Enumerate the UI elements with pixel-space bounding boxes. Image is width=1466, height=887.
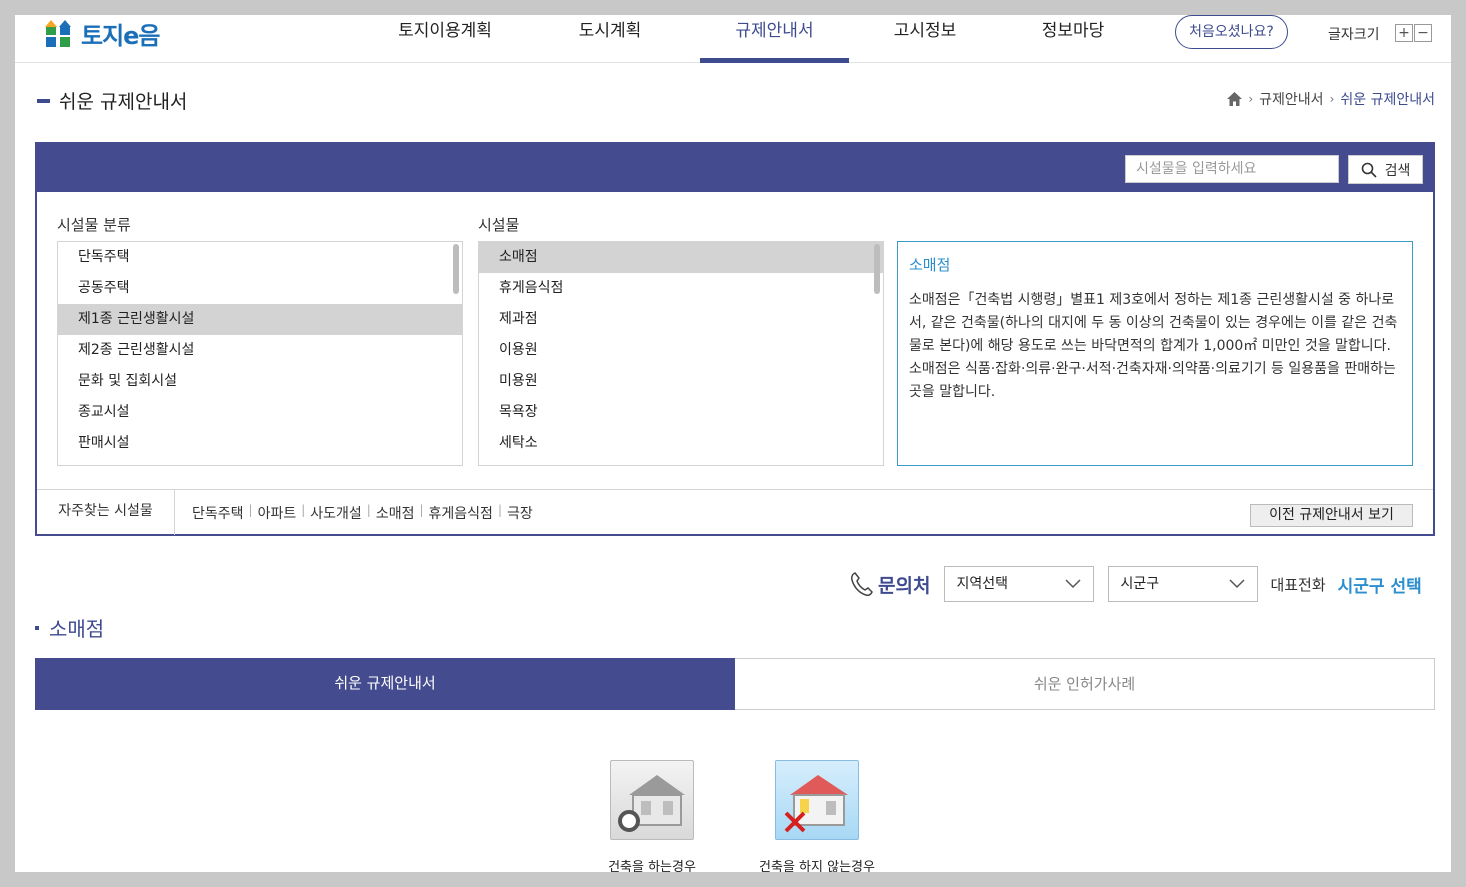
district-select-value: 시군구 xyxy=(1120,576,1160,592)
section-header: 소매점 xyxy=(35,613,104,642)
list-item[interactable]: 세탁소 xyxy=(479,428,883,459)
first-visit-button[interactable]: 처음오셨나요? xyxy=(1175,15,1288,49)
category-column-label: 시설물 분류 xyxy=(57,216,131,234)
facility-search-input[interactable] xyxy=(1125,155,1339,183)
phone-icon xyxy=(851,572,873,596)
title-dash-icon xyxy=(37,98,50,103)
list-item[interactable]: 공동주택 xyxy=(58,273,462,304)
region-select-value: 지역선택 xyxy=(956,576,1008,592)
section-bullet-icon xyxy=(35,625,39,630)
case-no-build[interactable]: 건축을 하지 않는경우 xyxy=(757,760,877,872)
favorites-list: 단독주택 | 아파트 | 사도개설 | 소매점 | 휴게음식점 | 극장 xyxy=(192,503,533,523)
site-header: 토지e음 토지이용계획 도시계획 규제안내서 고시정보 정보마당 처음오셨나요?… xyxy=(15,15,1451,63)
rep-phone-label: 대표전화 xyxy=(1270,575,1326,594)
facility-description: 소매점 소매점은「건축법 시행령」별표1 제3호에서 정하는 제1종 근린생활시… xyxy=(897,241,1413,466)
region-select[interactable]: 지역선택 xyxy=(944,566,1095,602)
case-label: 건축을 하는경우 xyxy=(608,860,696,872)
case-build[interactable]: 건축을 하는경우 xyxy=(592,760,712,872)
list-item[interactable]: 제과점 xyxy=(479,304,883,335)
list-item[interactable]: 제1종 근린생활시설 xyxy=(58,304,462,335)
description-body: 소매점은「건축법 시행령」별표1 제3호에서 정하는 제1종 근린생활시설 중 … xyxy=(909,292,1398,400)
search-button[interactable]: 검색 xyxy=(1348,155,1423,184)
house-circle-graphic xyxy=(618,775,685,832)
list-item[interactable]: 종교시설 xyxy=(58,397,462,428)
house-x-graphic xyxy=(784,775,848,833)
category-scrollbar[interactable] xyxy=(453,244,459,294)
chevron-down-icon xyxy=(1065,579,1081,589)
list-item[interactable]: 판매시설 xyxy=(58,428,462,459)
section-tabs: 쉬운 규제안내서 쉬운 인허가사례 xyxy=(35,658,1435,710)
home-icon[interactable] xyxy=(1227,92,1243,106)
favorite-link[interactable]: 휴게음식점 xyxy=(429,503,493,523)
list-item[interactable]: 이용원 xyxy=(479,335,883,366)
divider: | xyxy=(366,503,371,517)
logo-text: 토지e음 xyxy=(81,21,161,50)
browser-viewport: 토지e음 토지이용계획 도시계획 규제안내서 고시정보 정보마당 처음오셨나요?… xyxy=(15,15,1451,872)
search-icon xyxy=(1361,162,1377,178)
regulation-guide-panel: 검색 시설물 분류 시설물 단독주택 공동주택 제1종 근린생활시설 제2종 근… xyxy=(35,142,1435,536)
divider: | xyxy=(497,503,502,517)
breadcrumb: › 규제안내서 › 쉬운 규제안내서 xyxy=(1227,89,1435,109)
font-size-label: 글자크기 xyxy=(1328,27,1380,43)
prev-guide-button[interactable]: 이전 규제안내서 보기 xyxy=(1250,504,1413,527)
list-item[interactable]: 소매점 xyxy=(479,242,883,273)
nav-regulation-guide[interactable]: 규제안내서 xyxy=(700,15,849,63)
facility-scrollbar[interactable] xyxy=(874,244,880,294)
facility-listbox[interactable]: 소매점 휴게음식점 제과점 이용원 미용원 목욕장 세탁소 xyxy=(478,241,884,466)
favorite-link[interactable]: 소매점 xyxy=(376,503,415,523)
tab-easy-regulation-guide[interactable]: 쉬운 규제안내서 xyxy=(35,658,735,710)
divider: | xyxy=(301,503,306,517)
rep-phone-value: 시군구 선택 xyxy=(1337,576,1422,597)
list-item[interactable]: 단독주택 xyxy=(58,242,462,273)
guide-search-bar: 검색 xyxy=(37,144,1433,192)
facility-column-label: 시설물 xyxy=(478,216,520,234)
breadcrumb-current: 쉬운 규제안내서 xyxy=(1340,92,1435,108)
font-decrease-button[interactable]: − xyxy=(1414,24,1432,42)
nav-info-plaza[interactable]: 정보마당 xyxy=(1013,15,1133,63)
logo-houses-icon xyxy=(45,20,71,47)
page-title: 쉬운 규제안내서 xyxy=(59,91,188,113)
category-listbox[interactable]: 단독주택 공동주택 제1종 근린생활시설 제2종 근린생활시설 문화 및 집회시… xyxy=(57,241,463,466)
breadcrumb-separator-icon: › xyxy=(1329,92,1335,106)
nav-urban-plan[interactable]: 도시계획 xyxy=(550,15,670,63)
site-logo[interactable]: 토지e음 xyxy=(43,17,161,50)
nav-active-indicator xyxy=(700,58,849,63)
house-circle-icon[interactable] xyxy=(610,760,694,840)
font-increase-button[interactable]: + xyxy=(1395,24,1413,42)
section-title: 소매점 xyxy=(49,617,105,641)
house-x-icon[interactable] xyxy=(775,760,859,840)
divider: | xyxy=(419,503,424,517)
list-item[interactable]: 목욕장 xyxy=(479,397,883,428)
favorites-label: 자주찾는 시설물 xyxy=(37,490,175,535)
list-item[interactable]: 미용원 xyxy=(479,366,883,397)
favorites-bar: 자주찾는 시설물 단독주택 | 아파트 | 사도개설 | 소매점 | 휴게음식점… xyxy=(37,489,1433,535)
list-item[interactable]: 문화 및 집회시설 xyxy=(58,366,462,397)
description-title: 소매점 xyxy=(909,256,951,274)
breadcrumb-item[interactable]: 규제안내서 xyxy=(1259,89,1323,109)
search-button-label: 검색 xyxy=(1384,162,1411,179)
favorite-link[interactable]: 아파트 xyxy=(258,503,297,523)
list-item[interactable]: 제2종 근린생활시설 xyxy=(58,335,462,366)
case-label: 건축을 하지 않는경우 xyxy=(759,860,875,872)
favorite-link[interactable]: 사도개설 xyxy=(310,503,362,523)
favorite-link[interactable]: 단독주택 xyxy=(192,503,244,523)
tab-easy-permit-cases[interactable]: 쉬운 인허가사례 xyxy=(735,658,1435,710)
contact-label: 문의처 xyxy=(878,574,931,597)
chevron-down-icon xyxy=(1229,579,1245,589)
contact-row: 문의처 지역선택 시군구 대표전화 시군구 선택 xyxy=(850,566,1422,602)
list-item[interactable]: 휴게음식점 xyxy=(479,273,883,304)
divider: | xyxy=(248,503,253,517)
nav-notice-info[interactable]: 고시정보 xyxy=(865,15,985,63)
district-select[interactable]: 시군구 xyxy=(1108,566,1259,602)
nav-land-use-plan[interactable]: 토지이용계획 xyxy=(385,15,505,63)
page-title-bar: 쉬운 규제안내서 xyxy=(37,87,187,114)
favorite-link[interactable]: 극장 xyxy=(507,503,533,523)
breadcrumb-separator-icon: › xyxy=(1248,92,1254,106)
